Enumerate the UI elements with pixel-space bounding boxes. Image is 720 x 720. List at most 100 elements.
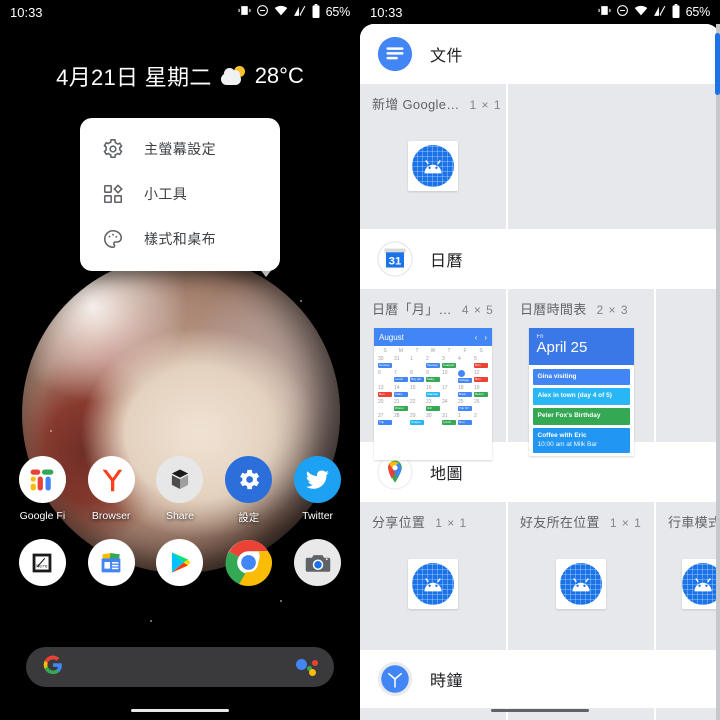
calculator-icon: Here: [18, 539, 66, 586]
cell-signal-off-icon: [293, 4, 306, 20]
android-robot-icon: [412, 145, 454, 187]
menu-item-widgets[interactable]: 小工具: [80, 171, 280, 216]
app-chrome[interactable]: [218, 539, 280, 593]
widget-card-clock-next[interactable]: [656, 708, 720, 720]
app-label-browser: Browser: [91, 510, 131, 522]
vibrate-icon: [598, 4, 611, 20]
battery-icon: [311, 3, 321, 21]
calendar-month-label: August: [379, 332, 404, 342]
schedule-event: Gina visiting: [532, 368, 630, 386]
date-text: 4月21日 星期二: [56, 65, 212, 90]
widget-card-maps-share-location[interactable]: 分享位置 1 × 1: [360, 502, 508, 650]
android-robot-icon: [412, 563, 454, 605]
battery-icon: [671, 3, 681, 21]
navigation-pill-left[interactable]: [131, 709, 229, 712]
widget-strip-maps: 分享位置 1 × 1 好友所在位置 1 × 1 行車模式: [360, 502, 720, 650]
section-header-clock[interactable]: 時鐘: [360, 650, 720, 708]
twitter-bird-icon: [294, 456, 342, 503]
widget-preview: [408, 141, 458, 191]
schedule-day-of-week: Fri: [536, 334, 544, 340]
gear-icon: [102, 138, 124, 160]
widget-title: 好友所在位置: [520, 515, 600, 530]
widget-card-calendar-next[interactable]: [656, 289, 720, 442]
app-google-fi[interactable]: Google Fi: [11, 456, 73, 522]
status-bar-right: 10:33 65%: [360, 0, 720, 24]
section-header-docs[interactable]: 文件: [360, 24, 720, 84]
section-header-calendar[interactable]: 31 日曆: [360, 229, 720, 289]
widget-size: 1 × 1: [435, 516, 468, 530]
android-robot-icon: [560, 563, 602, 605]
app-play-store[interactable]: [149, 539, 211, 593]
scrollbar-thumb[interactable]: [715, 33, 720, 95]
app-row-1: Google Fi Browser Share 設定 Twitter: [0, 456, 360, 525]
app-calculator[interactable]: Here: [11, 539, 73, 593]
widget-preview-calendar-schedule: Fri April 25 Gina visiting Alex in town …: [528, 328, 634, 457]
google-docs-icon: [376, 35, 414, 73]
menu-item-style-wallpaper[interactable]: 樣式和桌布: [80, 216, 280, 261]
widgets-icon: [102, 183, 124, 205]
do-not-disturb-icon: [256, 4, 269, 20]
app-twitter[interactable]: Twitter: [287, 456, 349, 522]
wifi-icon: [634, 4, 648, 20]
app-label-google-fi: Google Fi: [19, 510, 66, 522]
schedule-date: April 25: [536, 339, 588, 356]
widget-card-calendar-schedule[interactable]: 日曆時間表 2 × 3 Fri April 25 Gina visiting A…: [508, 289, 656, 457]
battery-percent-right: 65%: [685, 5, 711, 19]
app-google-news[interactable]: [80, 539, 142, 593]
left-phone-home-screen: 10:33 65% 4月21日 星期二 28°C 主螢幕設定 小工具 樣式和桌布…: [0, 0, 360, 720]
section-name-clock: 時鐘: [430, 673, 464, 690]
widget-strip-docs-empty: [508, 84, 720, 229]
svg-text:31: 31: [389, 256, 402, 268]
widget-card-maps-driving-mode[interactable]: 行車模式: [656, 502, 720, 650]
widget-size: 4 × 5: [461, 303, 494, 317]
widget-card-analog-clock[interactable]: 指针时钟 2 × 2: [360, 708, 508, 720]
schedule-event: Coffee with Eric 10:00 am at Milk Bar: [532, 427, 630, 454]
menu-label-home-settings: 主螢幕設定: [144, 140, 216, 157]
clock-icon: [376, 660, 414, 698]
widget-title: 日曆「月」…: [372, 302, 452, 317]
status-time-left: 10:33: [10, 4, 43, 20]
navigation-pill-right[interactable]: [491, 709, 589, 712]
app-label-share: Share: [165, 510, 194, 522]
widget-preview: [682, 559, 720, 609]
section-name-maps: 地圖: [430, 466, 464, 483]
date-weather-widget[interactable]: 4月21日 星期二 28°C: [0, 60, 360, 92]
app-share[interactable]: Share: [149, 456, 211, 522]
status-bar-left: 10:33 65%: [0, 0, 360, 24]
widget-card-maps-friend-location[interactable]: 好友所在位置 1 × 1: [508, 502, 656, 650]
scrollbar-track[interactable]: [716, 24, 720, 720]
google-fi-icon: [18, 456, 66, 503]
partly-cloudy-icon: [220, 66, 246, 86]
assistant-mic-icon[interactable]: [296, 658, 318, 676]
android-robot-icon: [682, 563, 720, 605]
widget-card-docs-new[interactable]: 新增 Google… 1 × 1: [360, 84, 508, 229]
menu-item-home-settings[interactable]: 主螢幕設定: [80, 126, 280, 171]
battery-percent-left: 65%: [325, 5, 351, 19]
google-g-icon: [42, 654, 64, 680]
vibrate-icon: [238, 4, 251, 20]
google-search-bar[interactable]: [26, 647, 334, 687]
widget-title: 新增 Google…: [372, 97, 460, 112]
widget-size: 1 × 1: [609, 516, 642, 530]
menu-label-style-wallpaper: 樣式和桌布: [144, 230, 216, 247]
widget-picker-sheet: 文件 新增 Google… 1 × 1 31 日曆 日曆「月」… 4 × 5 A…: [360, 24, 720, 720]
home-screen-context-menu: 主螢幕設定 小工具 樣式和桌布: [80, 118, 280, 271]
app-label-settings: 設定: [238, 512, 260, 524]
app-grid: Google Fi Browser Share 設定 Twitter Here: [0, 456, 360, 593]
app-label-twitter: Twitter: [302, 510, 334, 522]
section-name-calendar: 日曆: [430, 253, 464, 270]
palette-icon: [102, 228, 124, 250]
wifi-icon: [274, 4, 288, 20]
camera-icon: [294, 539, 342, 586]
dual-screenshot-stage: 10:33 65% 4月21日 星期二 28°C 主螢幕設定 小工具 樣式和桌布…: [0, 0, 720, 720]
schedule-event: Peter Fox's Birthday: [532, 408, 630, 425]
app-camera[interactable]: [287, 539, 349, 593]
widget-size: 2 × 3: [596, 303, 629, 317]
app-settings[interactable]: 設定: [218, 456, 280, 525]
widget-card-calendar-month[interactable]: 日曆「月」… 4 × 5 August ‹ › SMTWTFS 30 Groce…: [360, 289, 508, 460]
widget-preview-calendar-month: August ‹ › SMTWTFS 30 Grocery 31 1 2 Teamup: [374, 328, 492, 460]
status-time-right: 10:33: [370, 4, 403, 20]
app-browser[interactable]: Browser: [80, 456, 142, 522]
widget-preview: [556, 559, 606, 609]
right-phone-widget-picker: 10:33 65% 文件 新增 Google… 1 × 1 31 日曆 日曆「月…: [360, 0, 720, 720]
